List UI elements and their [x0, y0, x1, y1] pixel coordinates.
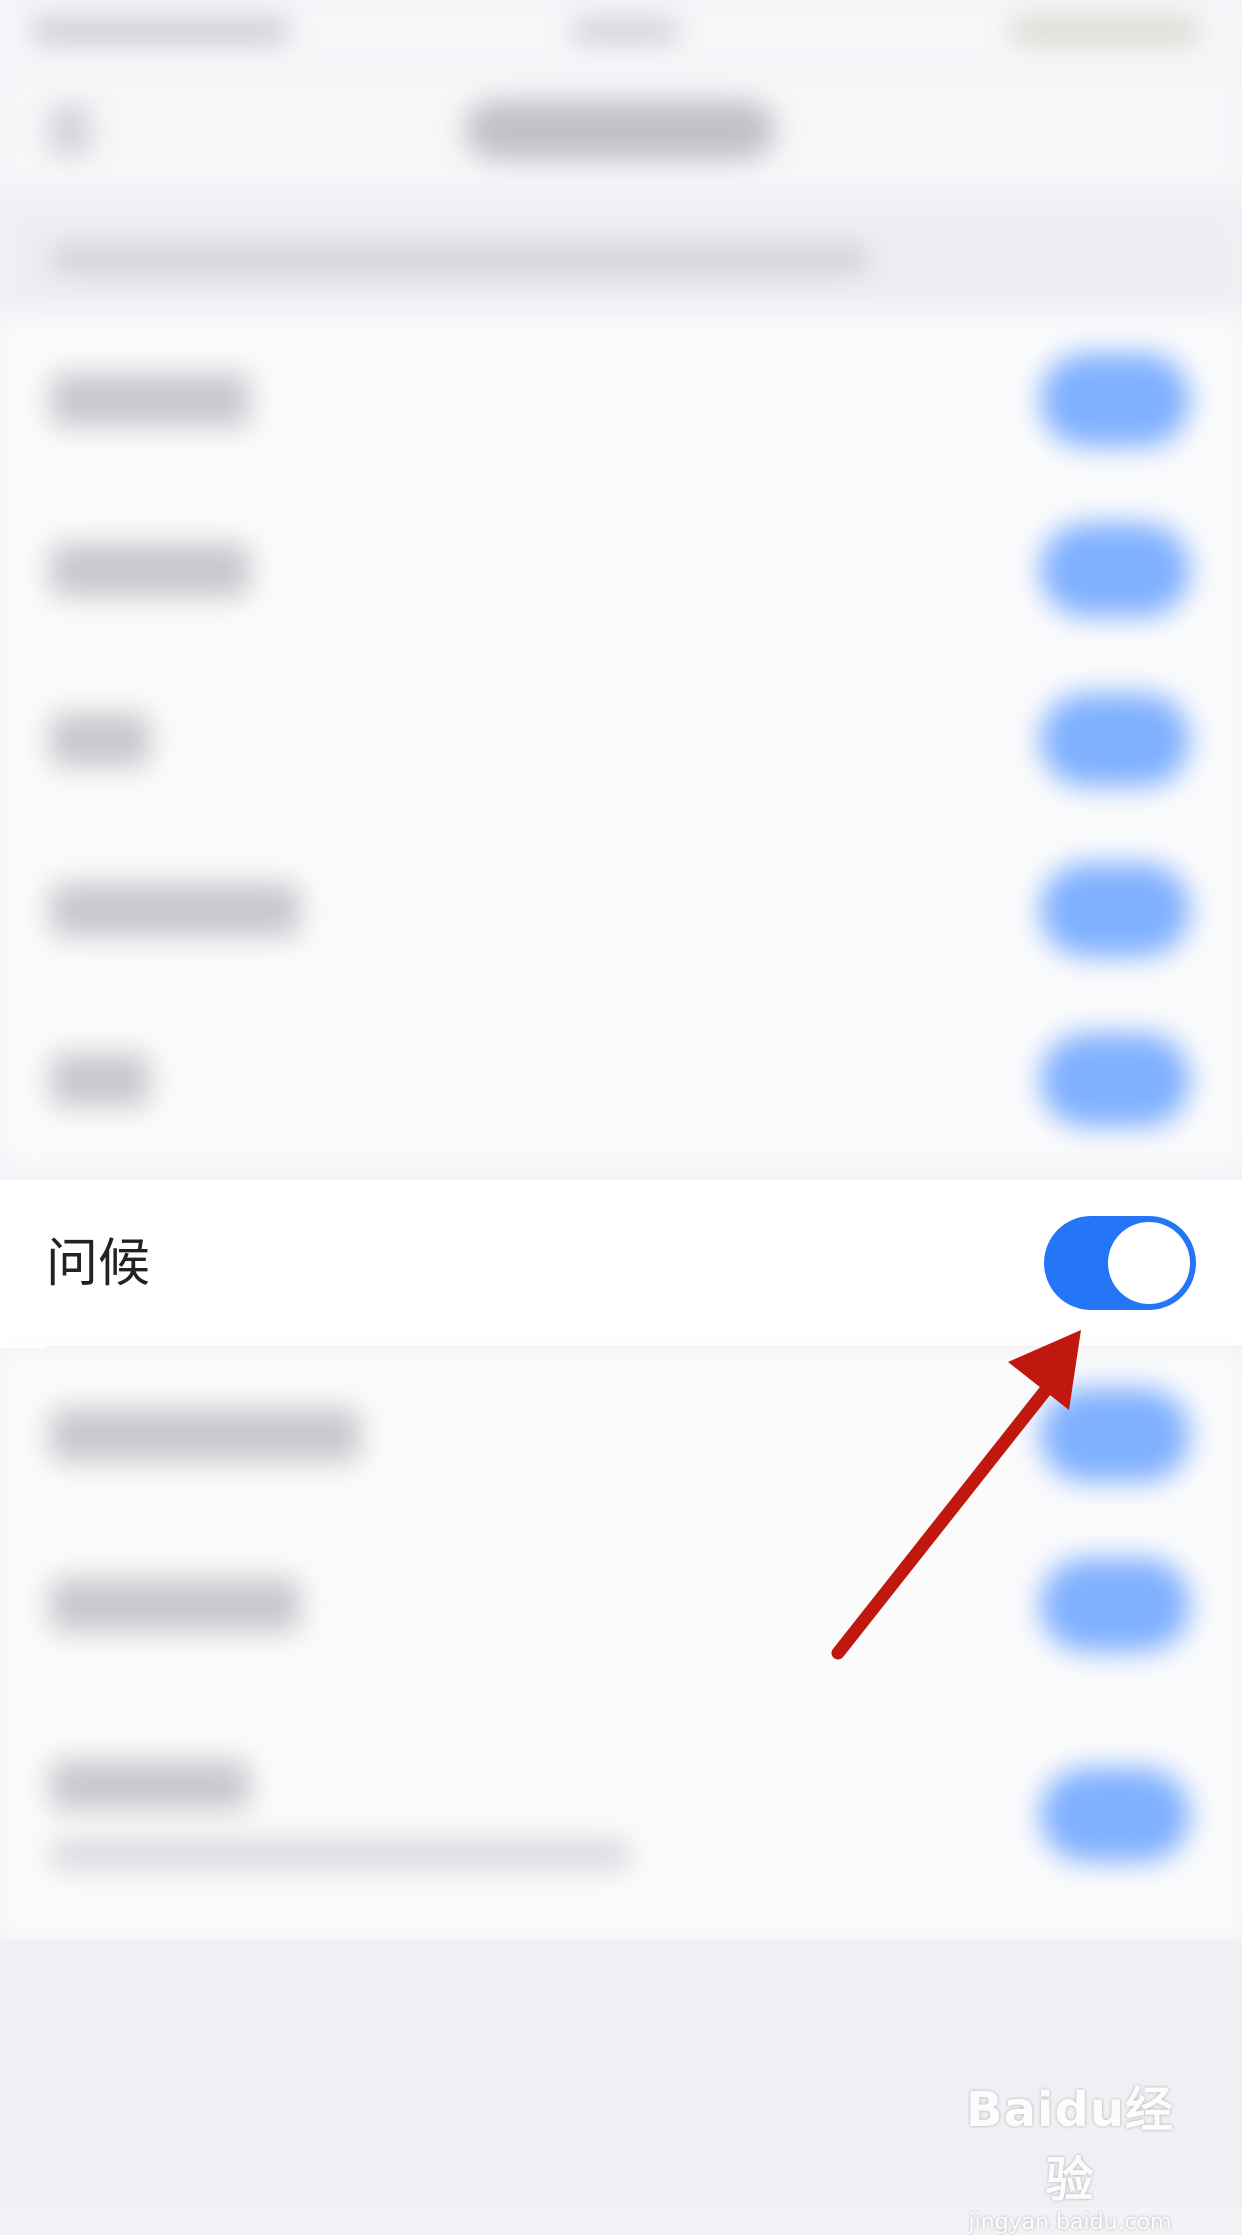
watermark-logo: Baidu经验 — [966, 2082, 1174, 2208]
settings-list-top — [0, 315, 1242, 1165]
list-item-label — [50, 1760, 250, 1810]
watermark-url: jingyan.baidu.com — [968, 2210, 1172, 2235]
list-item-label — [50, 883, 300, 937]
toggle-switch[interactable] — [1040, 523, 1190, 617]
list-item[interactable] — [0, 315, 1242, 485]
settings-list-bottom — [0, 1350, 1242, 1940]
list-item[interactable] — [0, 1690, 1242, 1940]
toggle-knob — [1108, 1222, 1190, 1304]
toggle-switch[interactable] — [1040, 693, 1190, 787]
navigation-bar — [0, 70, 1242, 190]
list-item[interactable] — [0, 1520, 1242, 1690]
status-carrier — [30, 18, 290, 44]
greeting-label: 问候 — [46, 1234, 151, 1294]
baidu-watermark: Baidu经验 jingyan.baidu.com — [950, 2070, 1190, 2235]
section-caption-text — [50, 245, 870, 273]
toggle-switch[interactable] — [1040, 353, 1190, 447]
page-title — [465, 100, 775, 160]
list-item-label — [50, 713, 150, 767]
status-time — [570, 18, 680, 44]
list-item-label — [50, 543, 250, 597]
list-item-label — [50, 1053, 150, 1107]
toggle-switch[interactable] — [1040, 1033, 1190, 1127]
list-item-label — [50, 373, 250, 427]
row-divider — [46, 1346, 1242, 1348]
list-item[interactable] — [0, 995, 1242, 1165]
toggle-switch[interactable] — [1040, 1388, 1190, 1482]
back-icon[interactable] — [50, 105, 90, 155]
list-item-description — [50, 1840, 630, 1870]
section-caption — [0, 205, 1242, 315]
toggle-switch[interactable] — [1040, 863, 1190, 957]
status-battery-icon — [1010, 18, 1200, 44]
toggle-switch[interactable] — [1040, 1768, 1190, 1862]
list-item[interactable] — [0, 1350, 1242, 1520]
list-item[interactable] — [0, 485, 1242, 655]
list-item[interactable] — [0, 655, 1242, 825]
list-item-label — [50, 1408, 360, 1462]
list-item[interactable] — [0, 825, 1242, 995]
status-bar — [0, 0, 1242, 70]
greeting-toggle-switch[interactable] — [1044, 1216, 1196, 1310]
toggle-switch[interactable] — [1040, 1558, 1190, 1652]
list-item-greeting[interactable]: 问候 — [0, 1180, 1242, 1348]
list-item-label — [50, 1578, 300, 1632]
